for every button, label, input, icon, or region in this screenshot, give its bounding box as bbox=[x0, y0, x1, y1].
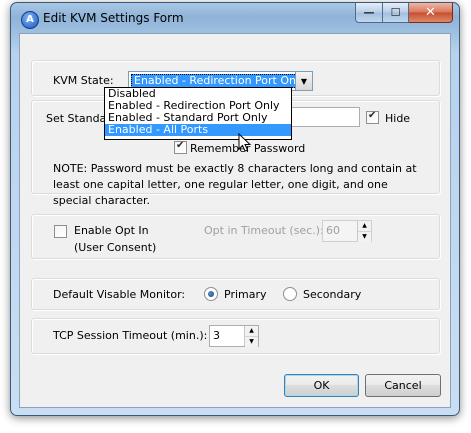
primary-label: Primary bbox=[224, 288, 267, 301]
close-icon: ✕ bbox=[425, 5, 436, 20]
cancel-button[interactable]: Cancel bbox=[365, 374, 441, 397]
remember-password-checkbox[interactable] bbox=[174, 140, 187, 154]
minimize-button[interactable]: — bbox=[355, 3, 383, 23]
increment-icon[interactable]: ▲ bbox=[245, 326, 258, 337]
caption-buttons: — ☐ ✕ bbox=[355, 3, 453, 23]
enable-opt-in-checkbox[interactable] bbox=[54, 225, 67, 238]
dialog-window: Edit KVM Settings Form — ☐ ✕ KVM State: … bbox=[10, 2, 460, 416]
default-monitor-label: Default Visable Monitor: bbox=[53, 288, 186, 301]
decrement-icon[interactable]: ▼ bbox=[358, 232, 371, 242]
hide-label: Hide bbox=[385, 112, 411, 125]
user-consent-label: (User Consent) bbox=[74, 241, 157, 254]
opt-in-timeout-label: Opt in Timeout (sec.): bbox=[204, 224, 324, 237]
opt-in-timeout-value: 60 bbox=[326, 224, 340, 237]
title-bar[interactable]: Edit KVM Settings Form — ☐ ✕ bbox=[11, 3, 459, 33]
tcp-timeout-label: TCP Session Timeout (min.): bbox=[53, 329, 208, 342]
kvm-state-value: Enabled - Redirection Port Only bbox=[131, 74, 309, 88]
app-logo-icon bbox=[21, 11, 39, 29]
maximize-icon: ☐ bbox=[390, 6, 401, 19]
maximize-button[interactable]: ☐ bbox=[383, 3, 409, 23]
enable-opt-in-label: Enable Opt In bbox=[74, 224, 149, 237]
minimize-icon: — bbox=[363, 6, 375, 19]
window-title: Edit KVM Settings Form bbox=[43, 11, 184, 25]
opt-in-group: Enable Opt In (User Consent) Opt in Time… bbox=[31, 214, 440, 259]
kvm-state-label: KVM State: bbox=[53, 74, 114, 87]
monitor-group: Default Visable Monitor: Primary Seconda… bbox=[31, 278, 440, 310]
opt-in-timeout-spin: ▲ ▼ bbox=[357, 221, 371, 242]
ok-button[interactable]: OK bbox=[284, 374, 359, 397]
password-note: NOTE: Password must be exactly 8 charact… bbox=[53, 162, 417, 207]
primary-radio[interactable] bbox=[204, 287, 218, 301]
secondary-radio[interactable] bbox=[283, 287, 297, 301]
chevron-down-icon[interactable]: ▼ bbox=[295, 72, 312, 90]
tcp-timeout-group: TCP Session Timeout (min.): 3 ▲ ▼ bbox=[31, 318, 440, 354]
tcp-timeout-spin: ▲ ▼ bbox=[244, 326, 258, 347]
opt-in-timeout-stepper[interactable]: 60 ▲ ▼ bbox=[322, 220, 372, 242]
close-button[interactable]: ✕ bbox=[409, 3, 453, 23]
increment-icon[interactable]: ▲ bbox=[358, 221, 371, 232]
tcp-timeout-value: 3 bbox=[213, 329, 220, 342]
tcp-timeout-stepper[interactable]: 3 ▲ ▼ bbox=[209, 325, 259, 347]
dropdown-option-highlighted[interactable]: Enabled - All Ports bbox=[105, 124, 291, 136]
hide-checkbox[interactable] bbox=[366, 110, 379, 124]
secondary-label: Secondary bbox=[303, 288, 362, 301]
kvm-state-dropdown-list: Disabled Enabled - Redirection Port Only… bbox=[104, 87, 292, 140]
decrement-icon[interactable]: ▼ bbox=[245, 337, 258, 347]
